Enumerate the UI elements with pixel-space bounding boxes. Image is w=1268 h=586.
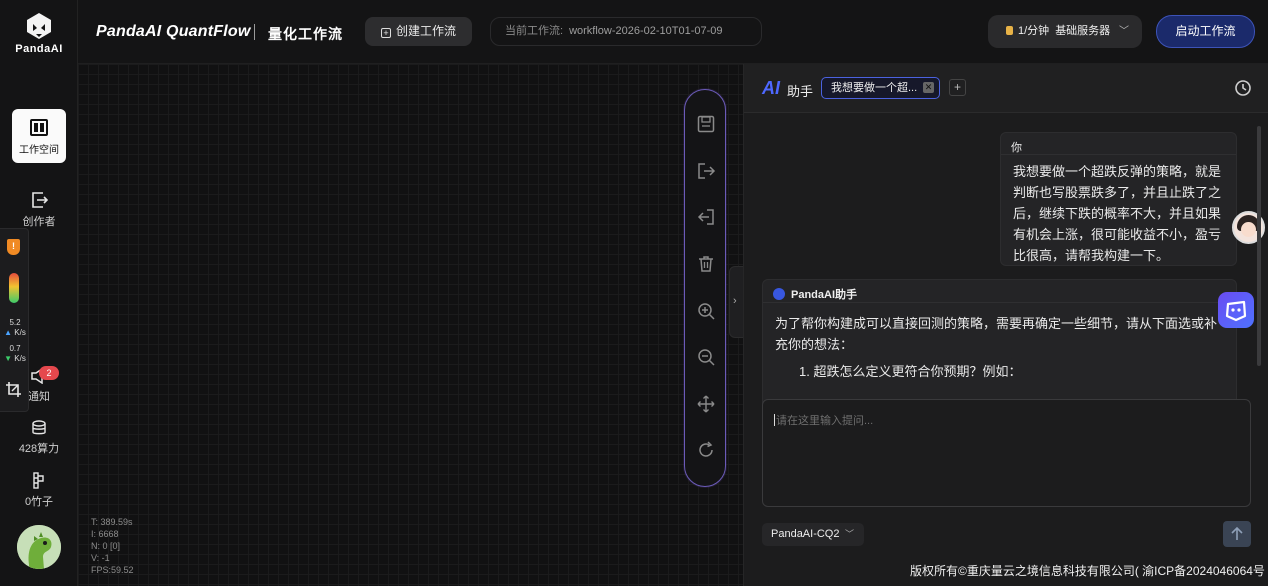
memory-gauge <box>9 273 19 303</box>
save-icon[interactable] <box>696 114 716 134</box>
canvas-stats: T: 389.59s I: 6668 N: 0 [0] V: -1 FPS:59… <box>91 516 134 576</box>
collapse-assistant-button[interactable]: › <box>729 266 744 338</box>
chat-tab-label: 我想要做一个超... <box>831 82 918 94</box>
dinosaur-avatar-icon <box>17 525 61 569</box>
text-caret <box>774 414 775 426</box>
chevron-down-icon: ﹀ <box>1119 26 1129 37</box>
start-workflow-button[interactable]: 启动工作流 <box>1156 15 1255 48</box>
model-select[interactable]: PandaAI-CQ2 ﹀ <box>762 523 864 546</box>
chat-scrollbar[interactable] <box>1257 116 1262 378</box>
assistant-header: AI 助手 我想要做一个超... ✕ + <box>744 64 1268 113</box>
question-input[interactable]: 请在这里输入提问... <box>762 399 1251 507</box>
ai-message-body: 为了帮你构建成可以直接回测的策略，需要再确定一些细节，请从下面选或补充你的想法：… <box>763 303 1236 382</box>
copyright-text: 版权所有©重庆量云之境信息科技有限公司( 渝ICP备2024046064号 ) <box>910 564 1268 578</box>
bamboo-icon <box>33 472 44 489</box>
download-value: 0.7 <box>9 344 21 353</box>
plus-square-icon: + <box>380 28 391 38</box>
sidebar-item-label: 0竹子 <box>24 496 54 508</box>
zoom-in-icon[interactable] <box>696 301 716 321</box>
import-icon[interactable] <box>696 207 716 227</box>
sidebar-item-compute[interactable]: 428算力 <box>0 420 78 456</box>
sidebar-item-label: 通知 <box>28 391 50 403</box>
export-icon[interactable] <box>696 161 716 181</box>
ai-message-text: 为了帮你构建成可以直接回测的策略，需要再确定一些细节，请从下面选或补充你的想法： <box>775 316 1218 352</box>
server-name: 基础服务器 <box>1055 25 1111 37</box>
sidebar-item-label: 工作空间 <box>19 145 59 156</box>
stat-line: N: 0 [0] <box>91 541 121 551</box>
ai-name-row: PandaAI助手 <box>763 280 1236 303</box>
assistant-panel: AI 助手 我想要做一个超... ✕ + 你 我想要做一个超跌反弹的策略，就是判… <box>743 64 1268 586</box>
panda-ai-icon <box>773 288 785 300</box>
assistant-title: 助手 <box>787 84 814 99</box>
up-arrow-icon: ▲ <box>4 328 13 337</box>
performance-monitor[interactable]: ! 5.2 ▲ K/s 0.7 ▼ K/s <box>0 228 29 412</box>
upload-rate: ▲ K/s <box>2 328 28 338</box>
avatar-face <box>1241 222 1256 237</box>
header-divider <box>254 24 255 40</box>
workflow-canvas[interactable]: T: 389.59s I: 6668 N: 0 [0] V: -1 FPS:59… <box>78 64 743 586</box>
move-icon[interactable] <box>696 394 716 414</box>
chevron-right-icon: › <box>733 295 737 307</box>
user-avatar[interactable] <box>17 525 61 569</box>
send-button[interactable] <box>1223 521 1251 547</box>
ai-name: PandaAI助手 <box>791 289 858 301</box>
zoom-out-icon[interactable] <box>696 347 716 367</box>
sidebar-item-label: 428算力 <box>18 443 60 455</box>
logo[interactable]: PandaAI <box>0 12 78 55</box>
sidebar-item-bamboo[interactable]: 0竹子 <box>0 472 78 509</box>
coin-icon <box>1006 26 1013 35</box>
close-icon[interactable]: ✕ <box>923 82 934 93</box>
bot-face-icon <box>1225 300 1247 322</box>
stat-line: FPS:59.52 <box>91 565 134 575</box>
creator-icon <box>32 192 48 208</box>
app-title: PandaAI QuantFlow <box>96 23 251 40</box>
workspace-icon <box>30 119 48 136</box>
server-select[interactable]: 1/分钟 基础服务器 ﹀ <box>988 15 1142 48</box>
sidebar-item-label: 创作者 <box>22 216 56 228</box>
download-rate: ▼ K/s <box>2 354 28 364</box>
crop-icon[interactable] <box>5 381 22 398</box>
user-message: 你 我想要做一个超跌反弹的策略，就是判断也写股票跌多了，并且止跌了之后，继续下跌… <box>1000 132 1237 266</box>
create-workflow-label: 创建工作流 <box>395 24 456 38</box>
stat-line: T: 389.59s <box>91 517 133 527</box>
stat-line: V: -1 <box>91 553 110 563</box>
chevron-down-icon: ﹀ <box>844 529 854 539</box>
canvas-toolbar <box>684 89 726 487</box>
current-workflow-value: workflow-2026-02-10T01-07-09 <box>569 25 723 37</box>
download-unit: K/s <box>14 354 26 363</box>
input-placeholder: 请在这里输入提问... <box>776 415 874 427</box>
top-header: PandaAI QuantFlow 量化工作流 + 创建工作流 当前工作流: wor… <box>78 0 1268 64</box>
user-name: 你 <box>1001 133 1236 155</box>
ai-logo: AI <box>762 78 780 98</box>
history-icon[interactable] <box>1234 79 1252 97</box>
logo-text: PandaAI <box>15 43 63 55</box>
current-workflow-label: 当前工作流: <box>505 25 564 37</box>
create-workflow-button[interactable]: + 创建工作流 <box>365 17 472 46</box>
section-title: 量化工作流 <box>268 26 343 42</box>
upload-value: 5.2 <box>9 318 21 327</box>
add-chat-button[interactable]: + <box>949 79 966 96</box>
sidebar-item-workspace[interactable]: 工作空间 <box>12 109 66 163</box>
notification-badge: 2 <box>39 366 59 380</box>
user-message-text: 我想要做一个超跌反弹的策略，就是判断也写股票跌多了，并且止跌了之后，继续下跌的概… <box>1013 164 1222 263</box>
server-rate: 1/分钟 <box>1018 25 1050 37</box>
chat-tab[interactable]: 我想要做一个超... ✕ <box>821 77 940 99</box>
stat-line: I: 6668 <box>91 529 119 539</box>
current-workflow-display: 当前工作流: workflow-2026-02-10T01-07-09 <box>490 17 762 46</box>
panda-logo-icon <box>27 13 51 39</box>
delete-icon[interactable] <box>696 254 716 274</box>
refresh-icon[interactable] <box>696 440 716 460</box>
scrollbar-thumb[interactable] <box>1257 126 1261 366</box>
ai-list-item: 1. 超跌怎么定义更符合你预期？例如： <box>799 364 1022 379</box>
upload-unit: K/s <box>14 328 26 337</box>
model-name: PandaAI-CQ2 <box>771 528 840 540</box>
sidebar-item-creator[interactable]: 创作者 <box>0 191 78 229</box>
down-arrow-icon: ▼ <box>4 354 13 363</box>
arrow-up-icon <box>1231 526 1243 540</box>
ai-bot-icon[interactable] <box>1218 292 1254 328</box>
shield-icon: ! <box>7 239 20 255</box>
compute-icon <box>32 420 46 435</box>
